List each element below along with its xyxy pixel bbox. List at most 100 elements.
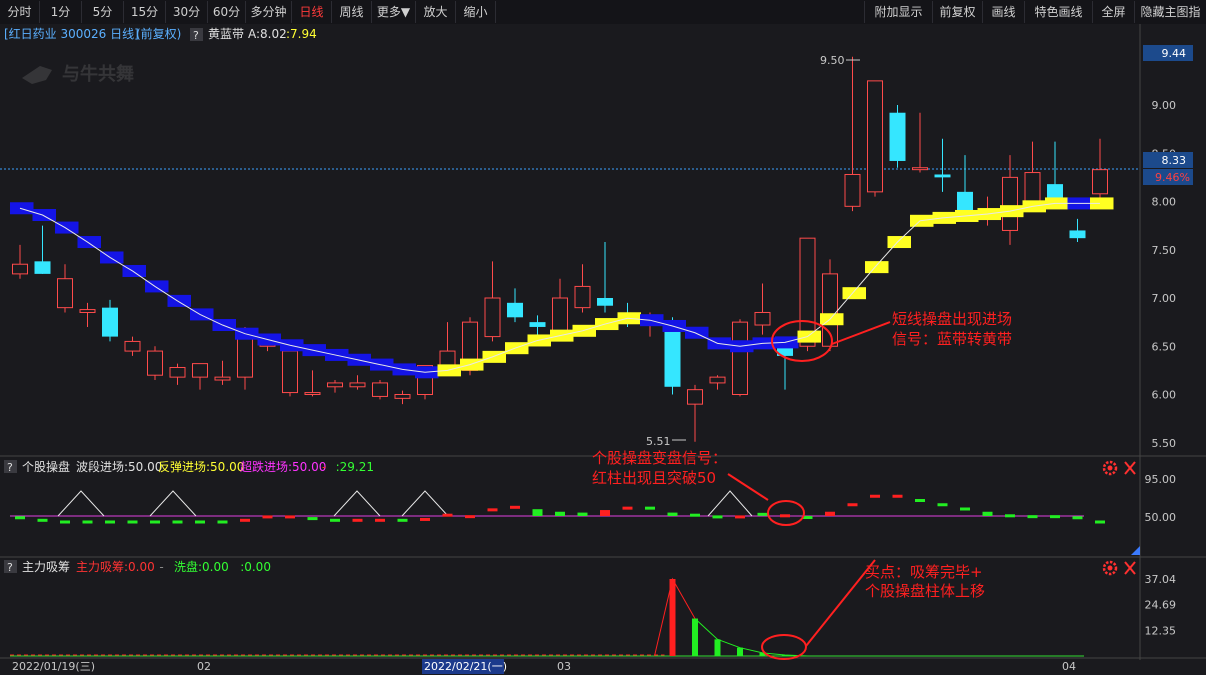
toolbar-right-btn-5[interactable]: 隐藏主图指标	[1134, 1, 1206, 41]
main-y-tick-0: 9.00	[1152, 99, 1177, 112]
panel2-bar	[510, 505, 520, 509]
panel2-legend-item-0: 波段进场:50.00	[76, 459, 162, 474]
panel3-y-tick-0: 37.04	[1145, 573, 1177, 586]
panel2-bar	[577, 512, 588, 516]
panel2-bar	[487, 508, 498, 512]
toolbar: 分时 1分 5分 15分 30分 60分 多分钟 日线 周线 更多▼ 放大 缩小 附加显示 前复权 画线特…	[0, 0, 1206, 41]
indicator-a2-value: :7.94	[286, 27, 317, 41]
main-adjust: (前复权)	[136, 26, 181, 41]
main-help-icon: ?	[193, 29, 199, 42]
main-title: [红日药业 300026 日线]	[4, 26, 139, 41]
panel2-bar	[82, 520, 93, 524]
panel2-bar	[870, 494, 880, 498]
panel3-legend-item-3: :0.00	[240, 560, 271, 574]
panel2-bar	[825, 511, 835, 516]
toolbar-btn-2[interactable]: 5分	[82, 1, 124, 23]
panel2-bar	[60, 520, 70, 524]
panel2-bar	[15, 516, 25, 520]
main-y-tick-5: 6.50	[1152, 340, 1177, 353]
panel2-bar	[982, 511, 993, 516]
toolbar-btn-0[interactable]: 分时	[0, 1, 40, 23]
chart-background	[0, 24, 1206, 675]
panel3-legend-item-2: 洗盘:0.00	[174, 559, 229, 574]
toolbar-btn-8[interactable]: 周线	[332, 1, 372, 23]
panel2-bar	[690, 513, 700, 517]
toolbar-right-btn-0[interactable]: 附加显示	[864, 1, 932, 23]
toolbar-right-btn-1[interactable]: 前复权	[932, 1, 982, 23]
panel3-name: 主力吸筹	[22, 560, 70, 574]
panel2-bar	[915, 499, 925, 502]
indicator-name: 黄蓝带	[208, 27, 244, 41]
candle	[372, 380, 388, 400]
panel2-bar	[667, 512, 678, 516]
panel3-y-axis: 37.04 24.69 12.35	[1145, 573, 1177, 637]
band-segment	[865, 261, 889, 274]
watermark-text: 与牛共舞	[62, 63, 134, 85]
band-segment	[797, 330, 821, 343]
chart-area: [红日药业 300026 日线] (前复权) ? 黄蓝带 A:8.02 :7.9…	[0, 24, 1206, 675]
toolbar-right-btn-4[interactable]: 全屏	[1092, 1, 1134, 23]
panel2-bar	[555, 511, 565, 516]
panel2-bar	[330, 518, 340, 522]
toolbar-btn-9[interactable]: 更多▼	[372, 1, 416, 23]
main-y-tick-7: 5.50	[1152, 437, 1177, 450]
toolbar-btn-7[interactable]: 日线	[292, 1, 332, 23]
panel2-annotation-line1: 个股操盘变盘信号：	[592, 449, 727, 467]
panel2-bar	[937, 503, 948, 507]
panel3-absorb-bar	[669, 579, 676, 656]
panel2-bar	[150, 520, 160, 524]
panel2-bar	[1095, 520, 1105, 524]
toolbar-btn-5[interactable]: 60分	[208, 1, 246, 23]
price-badge-text: 8.33	[1162, 154, 1187, 167]
main-y-tick-4: 7.00	[1152, 292, 1177, 305]
panel2-bar	[645, 506, 655, 510]
panel2-bar	[397, 518, 408, 522]
toolbar-right-btn-3[interactable]: 特色画线	[1024, 1, 1092, 23]
band-segment	[505, 342, 529, 355]
pct-badge-text: 9.46%	[1155, 171, 1190, 184]
x-label-0: 2022/01/19(三)	[12, 660, 95, 673]
band-segment	[887, 236, 911, 249]
toolbar-right-btn-2[interactable]: 画线	[982, 1, 1024, 23]
panel2-bar	[442, 513, 453, 517]
toolbar-btn-10[interactable]: 放大	[416, 1, 456, 23]
toolbar-btn-1[interactable]: 1分	[40, 1, 82, 23]
x-label-2: 2022/02/21(一)	[424, 660, 507, 673]
panel3-legend-item-1: -	[159, 560, 163, 574]
panel2-bar	[262, 515, 273, 519]
panel2-bar	[960, 507, 970, 511]
panel3-legend: 主力吸筹:0.00- 洗盘:0.00:0.00	[76, 559, 271, 574]
x-label-4: 04	[1062, 660, 1076, 673]
toolbar-btn-4[interactable]: 30分	[166, 1, 208, 23]
panel2-bar	[105, 520, 115, 524]
main-y-tick-2: 8.00	[1152, 196, 1177, 209]
panel2-legend-item-4: :29.21	[336, 460, 374, 474]
panel2-legend-item-2: 超跌进场:50.00	[240, 459, 326, 474]
panel2-bar	[352, 518, 363, 522]
main-y-tick-3: 7.50	[1152, 244, 1177, 257]
toolbar-btn-6[interactable]: 多分钟	[246, 1, 292, 23]
panel2-name: 个股操盘	[22, 459, 70, 474]
toolbar-btn-3[interactable]: 15分	[124, 1, 166, 23]
indicator-a-value: A:8.02	[248, 27, 287, 41]
panel2-bar	[622, 506, 633, 510]
candle	[867, 80, 883, 197]
panel3-help-icon: ?	[7, 561, 13, 574]
panel2-bar	[712, 515, 723, 519]
panel2-bar	[892, 494, 903, 498]
toolbar-btn-11[interactable]: 缩小	[456, 1, 496, 23]
panel2-bar	[285, 515, 295, 519]
panel2-bar	[1027, 515, 1038, 519]
panel3-y-tick-1: 24.69	[1145, 599, 1177, 612]
main-annotation-line1: 短线操盘出现进场	[892, 310, 1012, 328]
panel2-bar	[1050, 515, 1060, 519]
panel2-bar	[847, 503, 858, 507]
panel3-wash-bar	[692, 618, 698, 656]
low-label: 5.51	[646, 435, 671, 448]
band-segment	[10, 202, 34, 215]
panel2-bar	[307, 517, 318, 521]
panel3-annotation-line1: 买点：吸筹完毕+	[865, 563, 983, 581]
panel2-y-tick-1: 50.00	[1145, 511, 1177, 524]
top-price-badge-text: 9.44	[1162, 47, 1187, 60]
band-segment	[662, 319, 686, 332]
